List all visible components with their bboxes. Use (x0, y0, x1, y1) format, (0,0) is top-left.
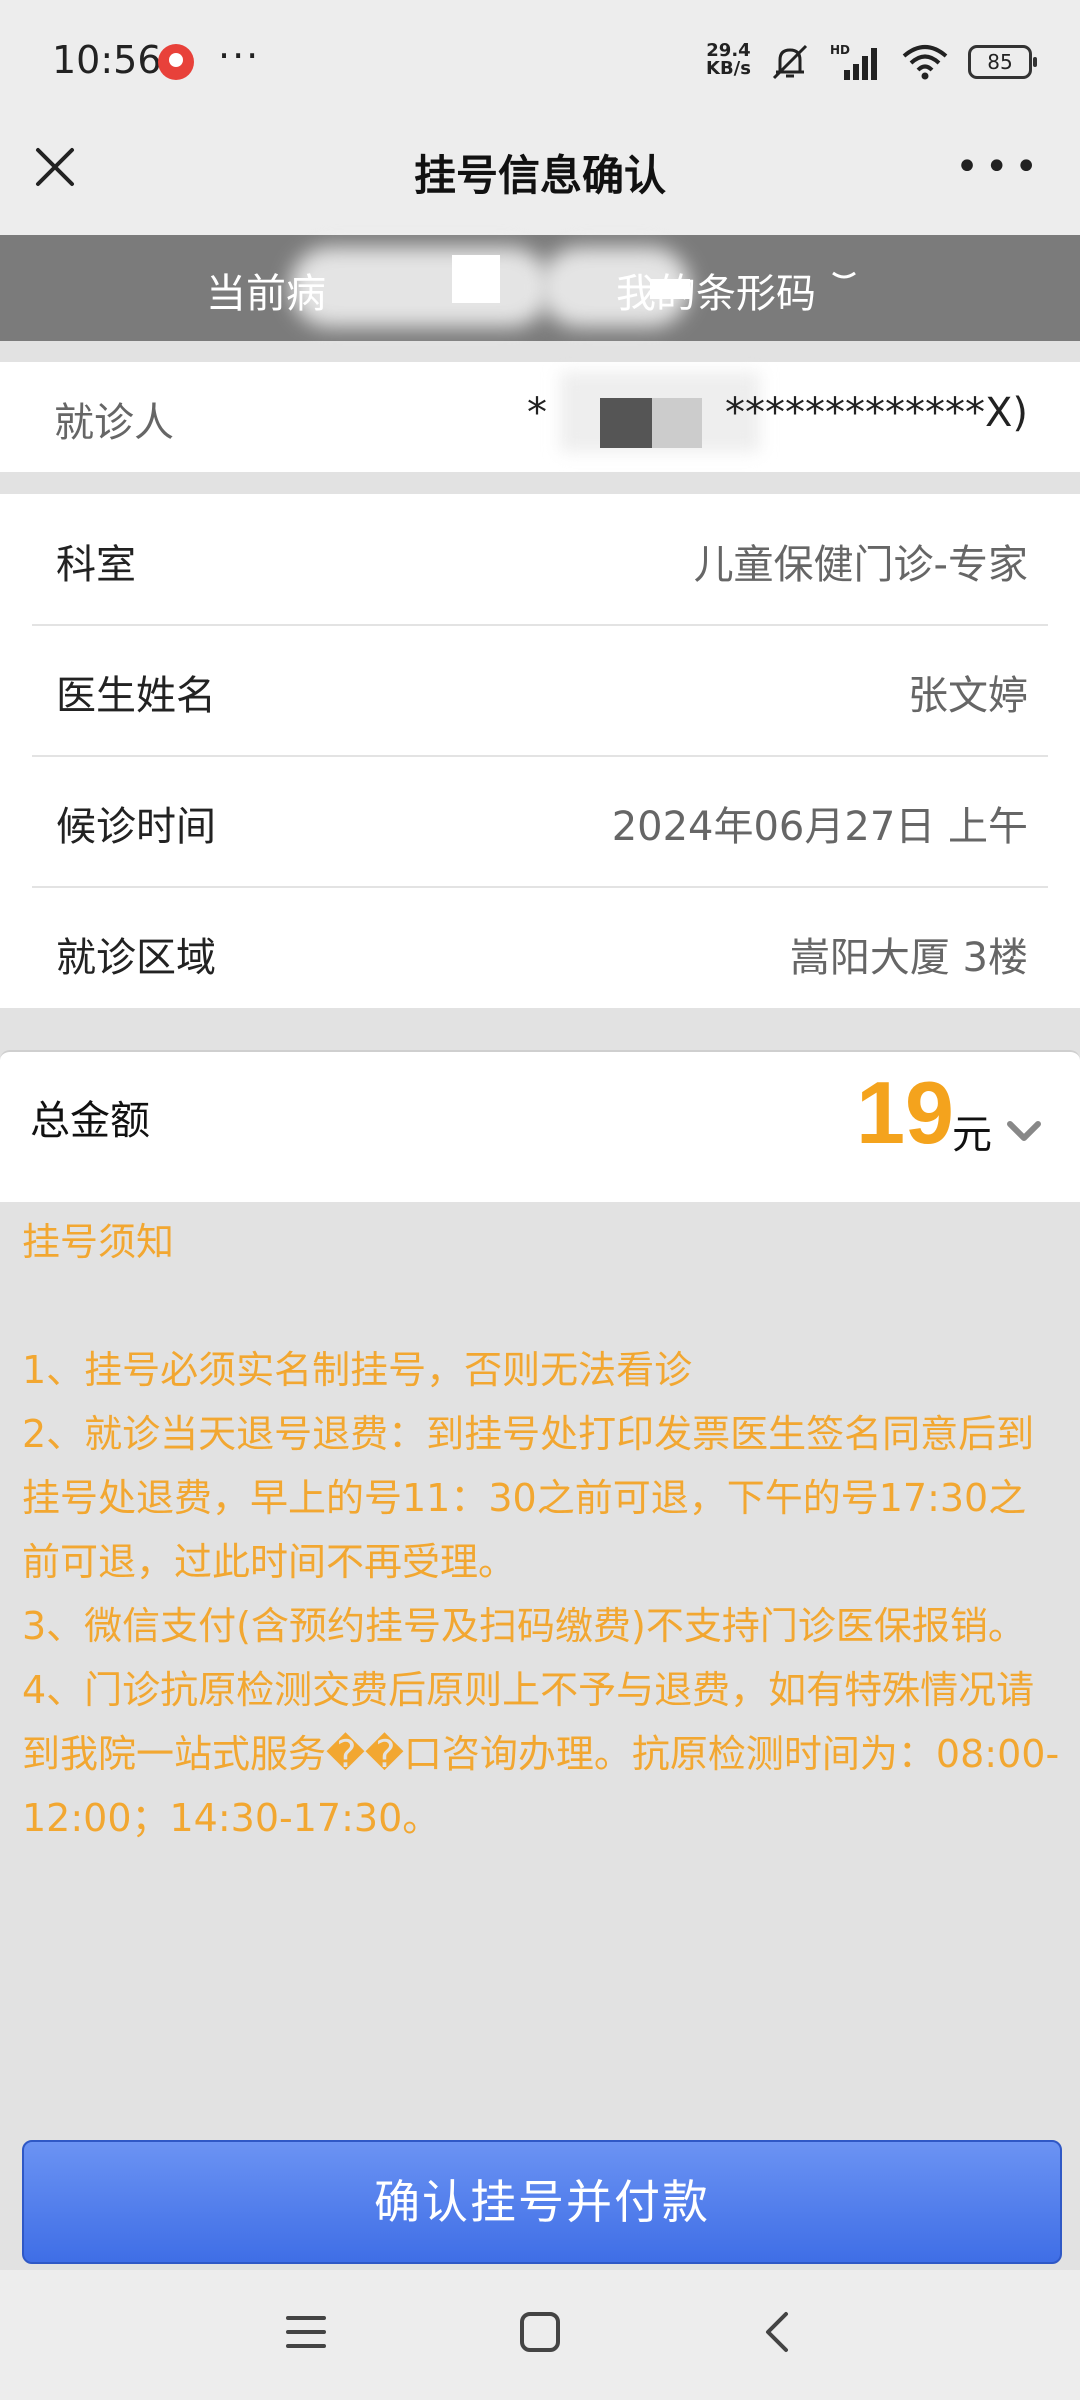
notice-item: 3、微信支付(含预约挂号及扫码缴费)不支持门诊医保报销。 (22, 1604, 1026, 1648)
doctor-value: 张文婷 (908, 673, 1028, 719)
my-barcode-tab[interactable]: 我的条形码 (616, 261, 859, 319)
area-label: 就诊区域 (56, 935, 216, 981)
status-icons: HD 85 (768, 40, 1037, 84)
detail-row-waiting-time: 候诊时间 2024年06月27日 上午 (32, 756, 1048, 888)
status-more-dots: ··· (218, 34, 261, 78)
total-amount-label: 总金额 (30, 1098, 150, 1144)
battery-indicator: 85 (968, 45, 1037, 79)
notice-item: 4、门诊抗原检测交费后原则上不予与退费，如有特殊情况请到我院一站式服务��口咨询… (22, 1668, 1060, 1840)
network-speed: 29.4 KB/s (706, 42, 751, 78)
chevron-down-icon[interactable] (1004, 1118, 1044, 1144)
page-title: 挂号信息确认 (413, 151, 666, 200)
patient-label: 就诊人 (54, 400, 174, 446)
system-nav-bar (0, 2270, 1080, 2400)
status-bar: 10:56 ··· 29.4 KB/s HD 85 (0, 0, 1080, 120)
nav-bar: 挂号信息确认 ••• (0, 120, 1080, 235)
patient-banner: 当前病 我的条形码 (0, 235, 1080, 341)
chevron-down-icon (831, 271, 856, 279)
area-value: 嵩阳大厦 3楼 (789, 935, 1028, 981)
detail-row-department: 科室 儿童保健门诊-专家 (32, 494, 1048, 626)
my-barcode-label: 我的条形码 (616, 271, 816, 317)
home-icon[interactable] (518, 2310, 562, 2354)
waiting-time-value: 2024年06月27日 上午 (611, 804, 1028, 850)
registration-details: 科室 儿童保健门诊-专家 医生姓名 张文婷 候诊时间 2024年06月27日 上… (0, 494, 1080, 1008)
notice-item: 2、就诊当天退号退费：到挂号处打印发票医生签名同意后到挂号处退费，早上的号11：… (22, 1412, 1035, 1584)
amount-box[interactable]: 总金额 19 元 (0, 1050, 1080, 1202)
patient-id-value: * *************X) (526, 390, 1028, 436)
menu-icon[interactable] (284, 2310, 328, 2354)
signal-icon: HD (830, 43, 877, 80)
notice-spacer (22, 1274, 1062, 1338)
patient-card: 就诊人 * *************X) (0, 362, 1080, 472)
department-label: 科室 (56, 542, 136, 588)
mute-icon (772, 44, 808, 80)
department-value: 儿童保健门诊-专家 (693, 542, 1028, 588)
status-time: 10:56 (52, 38, 162, 82)
total-amount-value: 19 (856, 1063, 954, 1162)
waiting-time-label: 候诊时间 (56, 804, 216, 850)
detail-row-doctor: 医生姓名 张文婷 (32, 625, 1048, 757)
network-speed-unit: KB/s (706, 58, 751, 79)
detail-row-area: 就诊区域 嵩阳大厦 3楼 (32, 887, 1048, 1017)
doctor-label: 医生姓名 (56, 673, 216, 719)
wifi-icon (902, 45, 948, 80)
more-icon[interactable]: ••• (955, 144, 1044, 190)
svg-text:HD: HD (830, 43, 850, 57)
notice-title: 挂号须知 (22, 1220, 175, 1264)
app-notification-icon (158, 44, 194, 80)
current-patient-tab[interactable]: 当前病 (206, 261, 326, 319)
registration-notice: 挂号须知 1、挂号必须实名制挂号，否则无法看诊 2、就诊当天退号退费：到挂号处打… (22, 1210, 1062, 1850)
privacy-mask (452, 255, 500, 303)
back-icon[interactable] (756, 2310, 800, 2354)
notice-item: 1、挂号必须实名制挂号，否则无法看诊 (22, 1348, 693, 1392)
confirm-and-pay-button[interactable]: 确认挂号并付款 (22, 2140, 1062, 2264)
privacy-blur (290, 247, 550, 327)
currency-unit: 元 (952, 1112, 992, 1158)
